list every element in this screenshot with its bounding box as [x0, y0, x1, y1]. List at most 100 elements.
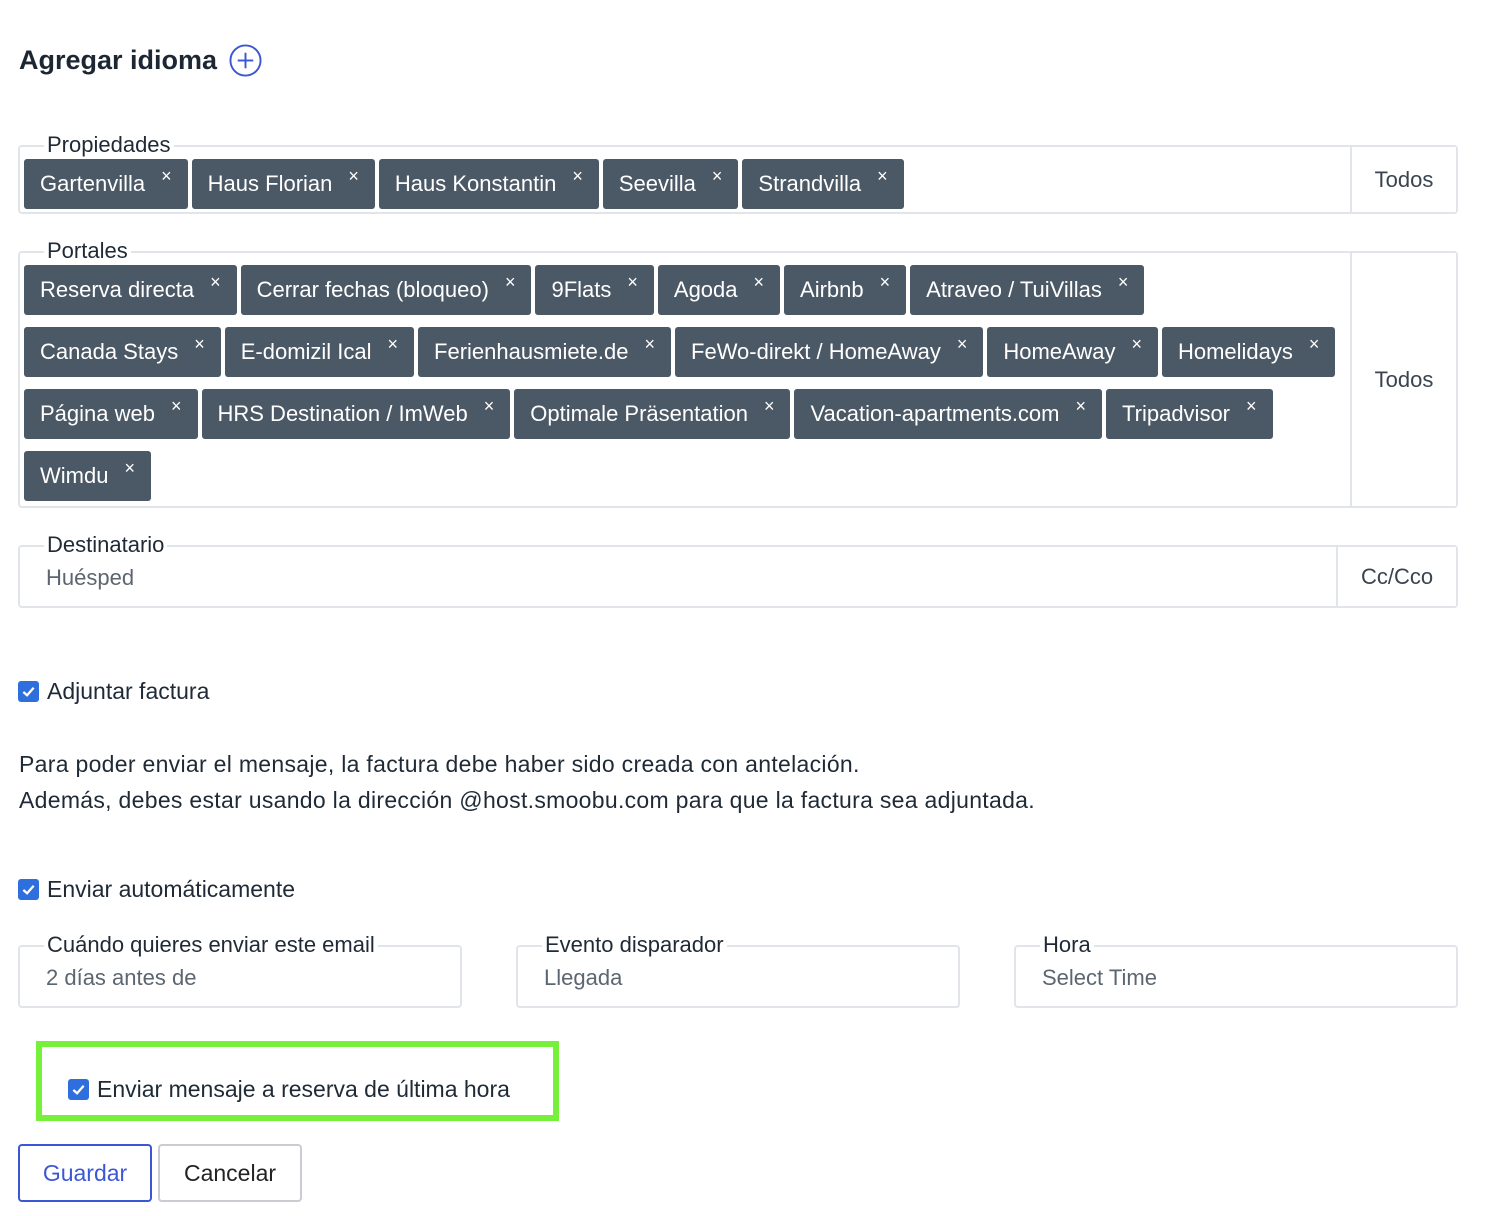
tag-chip[interactable]: HomeAway ×	[987, 327, 1158, 377]
remove-tag-icon[interactable]: ×	[1131, 334, 1142, 355]
tag-chip[interactable]: Homelidays ×	[1161, 327, 1336, 377]
tag-label: Agoda	[673, 277, 738, 302]
checkmark-icon	[22, 687, 35, 697]
portals-all-button[interactable]: Todos	[1350, 253, 1456, 506]
tag-label: Haus Florian	[207, 171, 333, 196]
tag-chip[interactable]: Seevilla ×	[602, 159, 739, 209]
remove-tag-icon[interactable]: ×	[161, 166, 172, 187]
tag-label: Wimdu	[40, 463, 109, 488]
trigger-select[interactable]: Evento disparador Llegada	[516, 933, 960, 1008]
when-label: Cuándo quieres enviar este email	[44, 933, 378, 957]
time-placeholder: Select Time	[1042, 965, 1157, 990]
save-button[interactable]: Guardar	[18, 1144, 152, 1202]
portals-tag-list: Reserva directa × Cerrar fechas (bloqueo) ×…	[24, 265, 1344, 501]
auto-send-row: Enviar automáticamente	[18, 876, 295, 903]
time-label: Hora	[1040, 933, 1094, 957]
remove-tag-icon[interactable]: ×	[712, 166, 723, 187]
properties-label: Propiedades	[44, 133, 174, 157]
tag-chip[interactable]: FeWo-direkt / HomeAway ×	[675, 327, 984, 377]
properties-all-button[interactable]: Todos	[1350, 147, 1456, 212]
tag-label: 9Flats	[551, 277, 612, 302]
tag-label: HRS Destination / ImWeb	[217, 401, 468, 426]
cancel-button[interactable]: Cancelar	[158, 1144, 302, 1202]
tag-label: Atraveo / TuiVillas	[926, 277, 1102, 302]
trigger-label: Evento disparador	[542, 933, 727, 957]
tag-label: Homelidays	[1177, 339, 1293, 364]
remove-tag-icon[interactable]: ×	[124, 458, 135, 479]
remove-tag-icon[interactable]: ×	[194, 334, 205, 355]
tag-chip[interactable]: Haus Konstantin ×	[378, 159, 599, 209]
tag-label: FeWo-direkt / HomeAway	[691, 339, 941, 364]
auto-send-checkbox[interactable]	[18, 879, 39, 900]
recipient-field[interactable]: Destinatario Huésped Cc/Cco	[18, 533, 1458, 608]
remove-tag-icon[interactable]: ×	[388, 334, 399, 355]
tag-chip[interactable]: Gartenvilla ×	[24, 159, 188, 209]
tag-chip[interactable]: Airbnb ×	[784, 265, 907, 315]
trigger-value: Llegada	[544, 965, 623, 990]
tag-label: Optimale Präsentation	[530, 401, 748, 426]
attach-invoice-checkbox[interactable]	[18, 681, 39, 702]
invoice-info-text: Para poder enviar el mensaje, la factura…	[19, 746, 1035, 818]
tag-chip[interactable]: Wimdu ×	[24, 451, 151, 501]
tag-label: Gartenvilla	[40, 171, 146, 196]
remove-tag-icon[interactable]: ×	[572, 166, 583, 187]
remove-tag-icon[interactable]: ×	[505, 272, 516, 293]
tag-chip[interactable]: Strandvilla ×	[742, 159, 904, 209]
tag-chip[interactable]: Vacation-apartments.com ×	[794, 389, 1103, 439]
tag-chip[interactable]: Ferienhausmiete.de ×	[418, 327, 672, 377]
recipient-label: Destinatario	[44, 533, 168, 557]
tag-label: HomeAway	[1003, 339, 1116, 364]
last-minute-row: Enviar mensaje a reserva de última hora	[68, 1076, 510, 1103]
tag-label: E-domizil Ical	[240, 339, 372, 364]
tag-chip[interactable]: HRS Destination / ImWeb ×	[201, 389, 511, 439]
attach-invoice-label: Adjuntar factura	[47, 678, 210, 704]
remove-tag-icon[interactable]: ×	[210, 272, 221, 293]
last-minute-label: Enviar mensaje a reserva de última hora	[97, 1076, 510, 1102]
tag-chip[interactable]: Página web ×	[24, 389, 198, 439]
tag-label: Reserva directa	[40, 277, 195, 302]
tag-chip[interactable]: Optimale Präsentation ×	[514, 389, 791, 439]
cc-bcc-button[interactable]: Cc/Cco	[1336, 547, 1456, 606]
remove-tag-icon[interactable]: ×	[171, 396, 182, 417]
tag-label: Cerrar fechas (bloqueo)	[256, 277, 489, 302]
remove-tag-icon[interactable]: ×	[764, 396, 775, 417]
tag-chip[interactable]: Cerrar fechas (bloqueo) ×	[240, 265, 532, 315]
when-select[interactable]: Cuándo quieres enviar este email 2 días …	[18, 933, 462, 1008]
tag-chip[interactable]: Canada Stays ×	[24, 327, 221, 377]
tag-chip[interactable]: Atraveo / TuiVillas ×	[910, 265, 1145, 315]
page-title: Agregar idioma	[19, 44, 262, 77]
remove-tag-icon[interactable]: ×	[754, 272, 765, 293]
portals-field[interactable]: Portales Reserva directa × Cerrar fechas (…	[18, 239, 1458, 508]
attach-invoice-row: Adjuntar factura	[18, 678, 209, 705]
checkmark-icon	[22, 885, 35, 895]
tag-label: Página web	[40, 401, 155, 426]
last-minute-checkbox[interactable]	[68, 1079, 89, 1100]
tag-label: Canada Stays	[40, 339, 179, 364]
remove-tag-icon[interactable]: ×	[1076, 396, 1087, 417]
tag-chip[interactable]: 9Flats ×	[535, 265, 654, 315]
remove-tag-icon[interactable]: ×	[645, 334, 656, 355]
remove-tag-icon[interactable]: ×	[348, 166, 359, 187]
invoice-info-line-1: Para poder enviar el mensaje, la factura…	[19, 751, 860, 777]
when-value: 2 días antes de	[46, 965, 197, 990]
add-language-plus-icon[interactable]	[229, 44, 262, 77]
tag-chip[interactable]: Reserva directa ×	[24, 265, 237, 315]
recipient-value: Huésped	[46, 565, 135, 590]
tag-chip[interactable]: E-domizil Ical ×	[224, 327, 415, 377]
remove-tag-icon[interactable]: ×	[484, 396, 495, 417]
remove-tag-icon[interactable]: ×	[877, 166, 888, 187]
tag-chip[interactable]: Tripadvisor ×	[1106, 389, 1273, 439]
remove-tag-icon[interactable]: ×	[957, 334, 968, 355]
remove-tag-icon[interactable]: ×	[1246, 396, 1257, 417]
remove-tag-icon[interactable]: ×	[880, 272, 891, 293]
remove-tag-icon[interactable]: ×	[1118, 272, 1129, 293]
tag-chip[interactable]: Haus Florian ×	[191, 159, 375, 209]
checkmark-icon	[72, 1085, 85, 1095]
auto-send-label: Enviar automáticamente	[47, 876, 296, 902]
remove-tag-icon[interactable]: ×	[1309, 334, 1320, 355]
remove-tag-icon[interactable]: ×	[627, 272, 638, 293]
properties-field[interactable]: Propiedades Gartenvilla × Haus Florian × Hau…	[18, 133, 1458, 214]
portals-label: Portales	[44, 239, 131, 263]
time-select[interactable]: Hora Select Time	[1014, 933, 1458, 1008]
tag-chip[interactable]: Agoda ×	[657, 265, 781, 315]
